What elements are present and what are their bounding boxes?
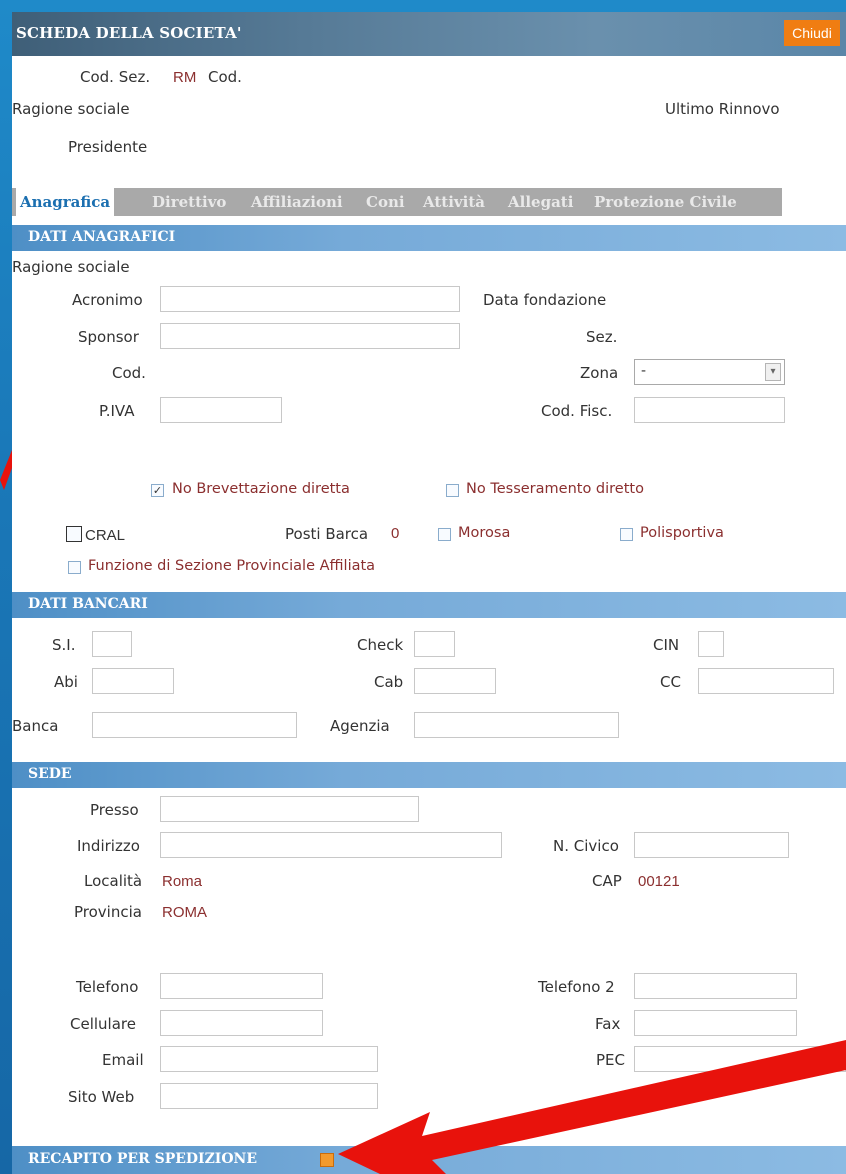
annotation-arrow-recapito: [338, 1040, 846, 1174]
